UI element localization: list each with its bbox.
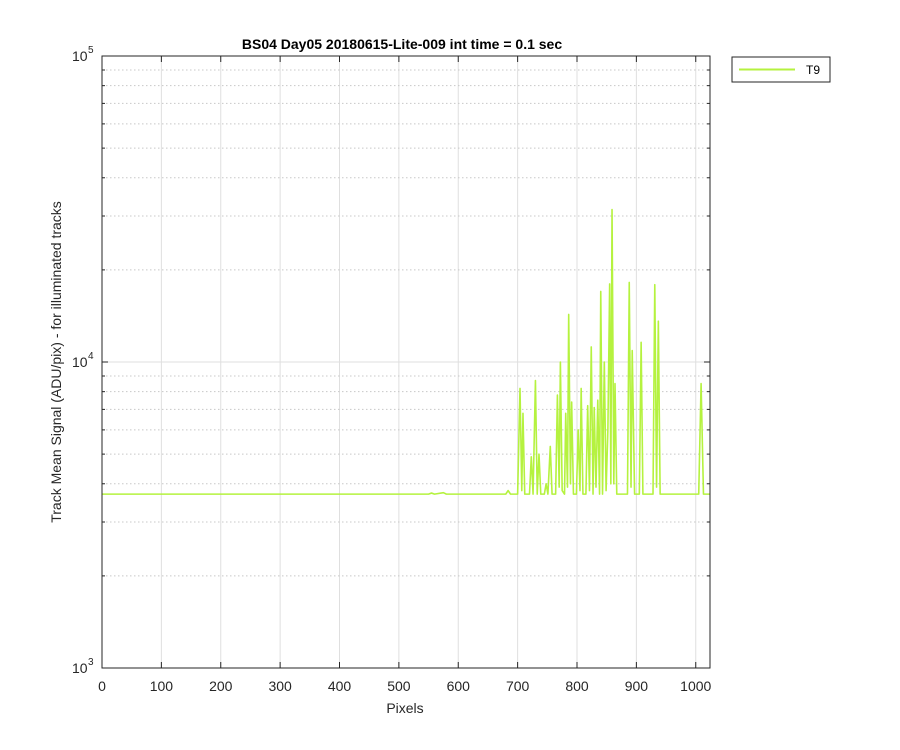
chart-title: BS04 Day05 20180615-Lite-009 int time = … xyxy=(242,36,562,52)
y-axis-label: Track Mean Signal (ADU/pix) - for illumi… xyxy=(48,201,64,523)
legend: T9 xyxy=(731,56,831,83)
x-tick-label: 500 xyxy=(387,678,411,694)
y-tick-label-exponent: 4 xyxy=(88,351,94,362)
chart: 0 100 200 300 400 500 600 700 800 900 100010 310 410… xyxy=(48,36,831,716)
y-tick-label: 10 3 xyxy=(72,657,94,676)
y-tick-label-base: 10 xyxy=(72,48,88,64)
x-tick-label: 1000 xyxy=(680,678,711,694)
y-tick-label-base: 10 xyxy=(72,354,88,370)
y-tick-label-base: 10 xyxy=(72,660,88,676)
x-tick-label: 0 xyxy=(98,678,106,694)
legend-label: T9 xyxy=(806,63,820,77)
y-tick-label: 10 5 xyxy=(72,45,94,64)
x-tick-label: 600 xyxy=(447,678,471,694)
x-tick-label: 200 xyxy=(209,678,233,694)
x-tick-label: 100 xyxy=(150,678,174,694)
y-tick-label-exponent: 5 xyxy=(88,45,94,56)
x-tick-label: 800 xyxy=(565,678,589,694)
x-tick-label: 400 xyxy=(328,678,352,694)
x-tick-label: 300 xyxy=(268,678,292,694)
x-axis-label: Pixels xyxy=(386,700,423,716)
x-tick-label: 700 xyxy=(506,678,530,694)
y-tick-label-exponent: 3 xyxy=(88,657,94,668)
x-tick-label: 900 xyxy=(625,678,649,694)
y-tick-label: 10 4 xyxy=(72,351,94,370)
